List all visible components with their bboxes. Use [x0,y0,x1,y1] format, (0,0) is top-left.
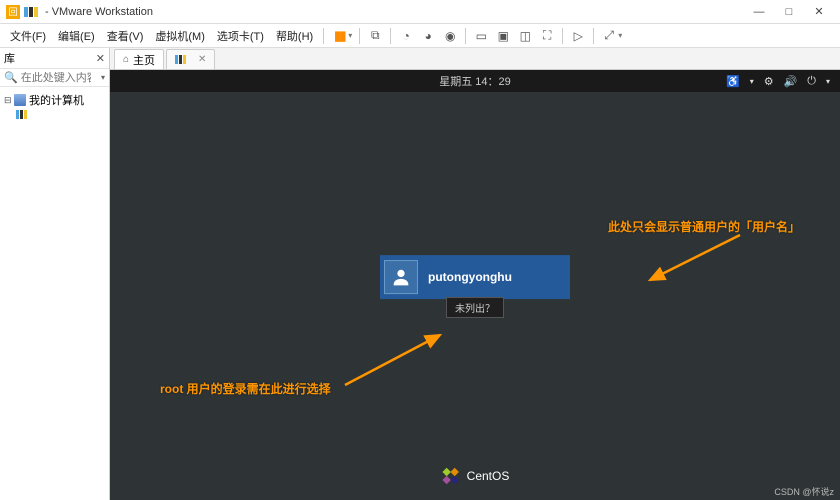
accessibility-icon[interactable]: ♿ [726,75,740,88]
pause-icon[interactable]: ▮▮ [330,27,348,45]
library-tree: ⊟ 我的计算机 [0,87,109,127]
view-stretch-icon[interactable]: ⛶ [538,27,556,45]
snapshot-manage-icon[interactable]: ◉ [441,27,459,45]
fullscreen-icon[interactable]: ⤢ [600,27,618,45]
snapshot-take-icon[interactable]: ◔ [397,27,415,45]
network-icon[interactable]: ⚙ [764,75,774,88]
menu-vm[interactable]: 虚拟机(M) [149,28,211,44]
sidebar-title: 库 [4,50,15,66]
view-unity-icon[interactable]: ▣ [494,27,512,45]
guest-top-panel: 星期五 14：29 ♿ ▾ ⚙ 🔊 ⏻ ▾ [110,70,840,92]
search-icon: 🔍 [4,71,18,84]
window-title: - VMware Workstation [45,6,153,18]
annotation-top: 此处只会显示普通用户的「用户名」 [608,218,800,235]
menu-file[interactable]: 文件(F) [4,28,52,44]
close-button[interactable]: ✕ [804,3,834,21]
library-sidebar: 库 ✕ 🔍 ▾ ⊟ 我的计算机 [0,48,110,500]
minimize-button[interactable]: — [744,3,774,21]
annotation-arrow-bottom [340,330,450,390]
accessibility-dropdown-icon[interactable]: ▾ [750,77,754,86]
menu-help[interactable]: 帮助(H) [270,28,319,44]
tree-root-label: 我的计算机 [29,92,84,108]
annotation-bottom: root 用户的登录需在此进行选择 [160,380,331,397]
search-dropdown-icon[interactable]: ▾ [101,73,105,82]
sidebar-close-icon[interactable]: ✕ [96,52,105,65]
computer-icon [14,94,26,106]
snapshot-revert-icon[interactable]: ◕ [419,27,437,45]
quick-switch-icon[interactable]: ▷ [569,27,587,45]
menu-tabs[interactable]: 选项卡(T) [211,28,270,44]
content-area: ⌂ 主页 ✕ 星期五 14：29 ♿ ▾ ⚙ 🔊 ⏻ ▾ [110,48,840,500]
library-search-input[interactable] [21,72,91,84]
guest-screen[interactable]: 星期五 14：29 ♿ ▾ ⚙ 🔊 ⏻ ▾ putongyonghu 未列出？ … [110,70,840,500]
annotation-arrow-top [640,230,750,290]
snapshot-icon[interactable]: ⧉ [366,27,384,45]
fullscreen-dropdown-icon[interactable]: ▾ [618,31,622,40]
not-listed-button[interactable]: 未列出？ [446,297,504,318]
tab-home-label: 主页 [133,52,155,68]
tab-close-icon[interactable]: ✕ [198,54,206,65]
maximize-button[interactable]: □ [774,3,804,21]
home-icon: ⌂ [123,54,129,65]
watermark: CSDN @怀说z [774,485,834,498]
centos-logo-icon [441,466,461,486]
view-thumbnail-icon[interactable]: ◫ [516,27,534,45]
vm-running-icon [16,110,28,122]
avatar-icon [384,260,418,294]
menu-view[interactable]: 查看(V) [101,28,150,44]
volume-icon[interactable]: 🔊 [784,75,798,88]
tree-twisty-icon[interactable]: ⊟ [4,95,14,106]
vm-color-icon [24,7,39,17]
app-icon: 回 [6,5,20,19]
window-titlebar: 回 - VMware Workstation — □ ✕ [0,0,840,24]
guest-datetime: 星期五 14：29 [439,73,511,89]
system-dropdown-icon[interactable]: ▾ [826,77,830,86]
login-user-tile[interactable]: putongyonghu [380,255,570,299]
centos-brand: CentOS [441,466,510,486]
power-icon[interactable]: ⏻ [807,75,816,88]
tree-root[interactable]: ⊟ 我的计算机 [2,91,107,109]
vm-tab-color-icon [175,55,186,64]
power-dropdown-icon[interactable]: ▾ [348,31,352,40]
tree-vm-item[interactable] [2,109,107,123]
menu-edit[interactable]: 编辑(E) [52,28,101,44]
login-username: putongyonghu [428,270,512,284]
menubar: 文件(F) 编辑(E) 查看(V) 虚拟机(M) 选项卡(T) 帮助(H) ▮▮… [0,24,840,48]
tabstrip: ⌂ 主页 ✕ [110,48,840,70]
view-console-icon[interactable]: ▭ [472,27,490,45]
centos-label: CentOS [467,469,510,483]
tab-home[interactable]: ⌂ 主页 [114,49,164,69]
tab-vm[interactable]: ✕ [166,49,215,69]
